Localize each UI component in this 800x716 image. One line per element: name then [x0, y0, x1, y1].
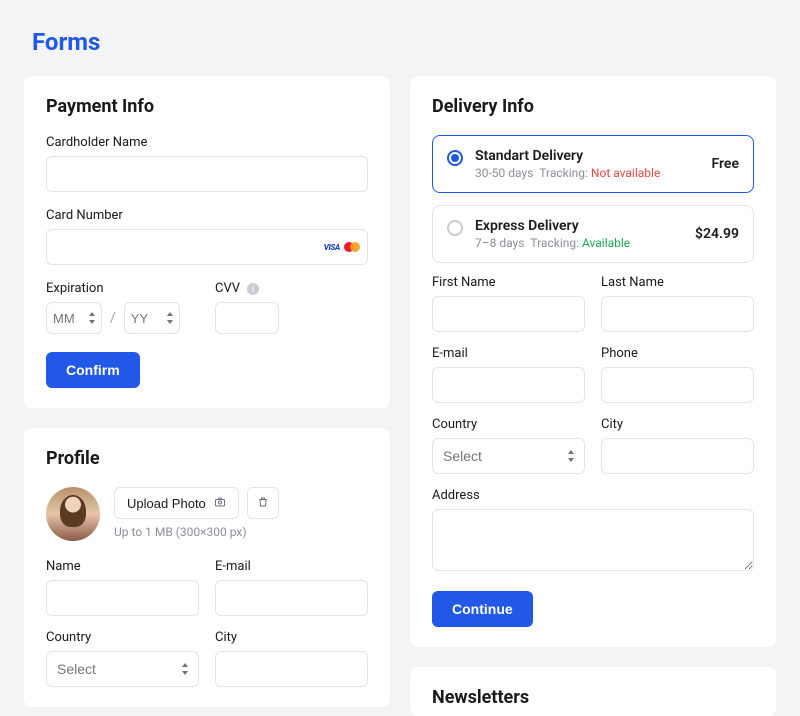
delivery-country-label: Country [432, 417, 585, 432]
delivery-option-sub: 30-50 days Tracking: Not available [475, 166, 700, 180]
payment-card: Payment Info Cardholder Name Card Number… [24, 76, 390, 408]
info-icon: i [247, 283, 259, 295]
payment-title: Payment Info [46, 96, 368, 117]
card-number-input[interactable] [46, 229, 368, 265]
card-brand-icons: VISA [324, 242, 360, 252]
delivery-country-select[interactable] [432, 438, 585, 474]
svg-text:i: i [252, 284, 254, 294]
city-input[interactable] [215, 651, 368, 687]
phone-input[interactable] [601, 367, 754, 403]
card-number-label: Card Number [46, 208, 368, 223]
name-input[interactable] [46, 580, 199, 616]
delivery-option-price: Free [712, 156, 740, 172]
page-title: Forms [24, 0, 776, 76]
expiration-year-select[interactable] [124, 302, 180, 334]
cardholder-input[interactable] [46, 156, 368, 192]
slash-divider: / [110, 310, 116, 326]
camera-icon [214, 496, 226, 511]
expiration-month-select[interactable] [46, 302, 102, 334]
profile-card: Profile Upload Photo [24, 428, 390, 707]
visa-icon: VISA [324, 243, 340, 252]
expiration-label: Expiration [46, 281, 199, 296]
delivery-option-title: Express Delivery [475, 218, 683, 234]
radio-icon [447, 150, 463, 166]
avatar [46, 487, 100, 541]
last-name-input[interactable] [601, 296, 754, 332]
upload-photo-button[interactable]: Upload Photo [114, 487, 239, 519]
mastercard-icon [344, 242, 360, 252]
radio-icon [447, 220, 463, 236]
country-select[interactable] [46, 651, 199, 687]
confirm-button[interactable]: Confirm [46, 352, 140, 388]
delivery-option-sub: 7–8 days Tracking: Available [475, 236, 683, 250]
name-label: Name [46, 559, 199, 574]
newsletters-title: Newsletters [432, 687, 754, 708]
delete-photo-button[interactable] [247, 487, 279, 519]
delivery-card: Delivery Info Standart Delivery 30-50 day… [410, 76, 776, 647]
trash-icon [257, 496, 269, 511]
delivery-city-input[interactable] [601, 438, 754, 474]
first-name-input[interactable] [432, 296, 585, 332]
delivery-title: Delivery Info [432, 96, 754, 117]
delivery-option-title: Standart Delivery [475, 148, 700, 164]
delivery-email-input[interactable] [432, 367, 585, 403]
continue-button[interactable]: Continue [432, 591, 533, 627]
first-name-label: First Name [432, 275, 585, 290]
cardholder-label: Cardholder Name [46, 135, 368, 150]
email-label: E-mail [215, 559, 368, 574]
delivery-option-price: $24.99 [695, 226, 739, 242]
cvv-label: CVV i [215, 281, 368, 296]
country-label: Country [46, 630, 199, 645]
delivery-option-0[interactable]: Standart Delivery 30-50 days Tracking: No… [432, 135, 754, 193]
last-name-label: Last Name [601, 275, 754, 290]
upload-hint: Up to 1 MB (300×300 px) [114, 525, 279, 539]
email-input[interactable] [215, 580, 368, 616]
phone-label: Phone [601, 346, 754, 361]
cvv-input[interactable] [215, 302, 279, 334]
delivery-email-label: E-mail [432, 346, 585, 361]
newsletters-card: Newsletters [410, 667, 776, 716]
profile-title: Profile [46, 448, 368, 469]
city-label: City [215, 630, 368, 645]
delivery-option-1[interactable]: Express Delivery 7–8 days Tracking: Avail… [432, 205, 754, 263]
delivery-city-label: City [601, 417, 754, 432]
address-input[interactable] [432, 509, 754, 571]
address-label: Address [432, 488, 754, 503]
